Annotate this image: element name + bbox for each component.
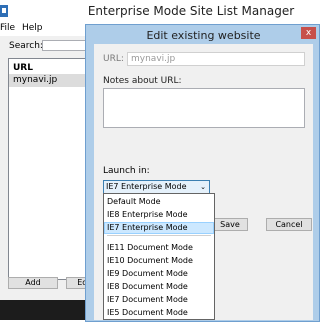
launch-in-dropdown-list: Default Mode IE8 Enterprise Mode IE7 Ent… xyxy=(103,193,215,320)
option-ie7-document-mode[interactable]: IE7 Document Mode xyxy=(104,294,214,306)
notes-textarea[interactable] xyxy=(103,88,305,128)
list-item-url: mynavi.jp xyxy=(13,75,58,85)
launch-in-value: IE7 Enterprise Mode xyxy=(106,182,187,191)
menu-help[interactable]: Help xyxy=(22,23,43,33)
option-ie10-document-mode[interactable]: IE10 Document Mode xyxy=(104,255,214,267)
dropdown-separator xyxy=(107,235,211,236)
option-ie8-document-mode[interactable]: IE8 Document Mode xyxy=(104,281,214,293)
option-ie11-document-mode[interactable]: IE11 Document Mode xyxy=(104,242,214,254)
close-icon[interactable]: x xyxy=(301,27,316,39)
option-ie5-document-mode[interactable]: IE5 Document Mode xyxy=(104,307,214,319)
url-list[interactable]: URL mynavi.jp xyxy=(8,58,90,280)
cancel-button[interactable]: Cancel xyxy=(266,218,312,231)
search-label: Search: xyxy=(9,41,43,51)
url-field: mynavi.jp xyxy=(127,52,305,66)
list-column-header-url[interactable]: URL xyxy=(13,63,33,73)
option-ie8-enterprise-mode[interactable]: IE8 Enterprise Mode xyxy=(104,209,214,221)
list-item[interactable]: mynavi.jp xyxy=(9,74,89,87)
main-title-bar: Enterprise Mode Site List Manager xyxy=(0,0,320,22)
launch-in-select[interactable]: IE7 Enterprise Mode ⌄ xyxy=(103,180,210,194)
notes-label: Notes about URL: xyxy=(103,76,182,86)
menu-file[interactable]: File xyxy=(0,23,15,33)
option-default-mode[interactable]: Default Mode xyxy=(104,196,214,208)
launch-in-label: Launch in: xyxy=(103,166,150,176)
save-button[interactable]: Save xyxy=(212,218,248,231)
option-ie9-document-mode[interactable]: IE9 Document Mode xyxy=(104,268,214,280)
option-ie7-enterprise-mode[interactable]: IE7 Enterprise Mode xyxy=(104,222,214,234)
main-window-title: Enterprise Mode Site List Manager xyxy=(87,4,295,18)
dialog-title: Edit existing website xyxy=(146,29,261,42)
app-icon xyxy=(0,5,8,17)
add-button[interactable]: Add xyxy=(8,277,58,289)
url-label: URL: xyxy=(103,54,124,64)
chevron-down-icon: ⌄ xyxy=(200,183,206,191)
